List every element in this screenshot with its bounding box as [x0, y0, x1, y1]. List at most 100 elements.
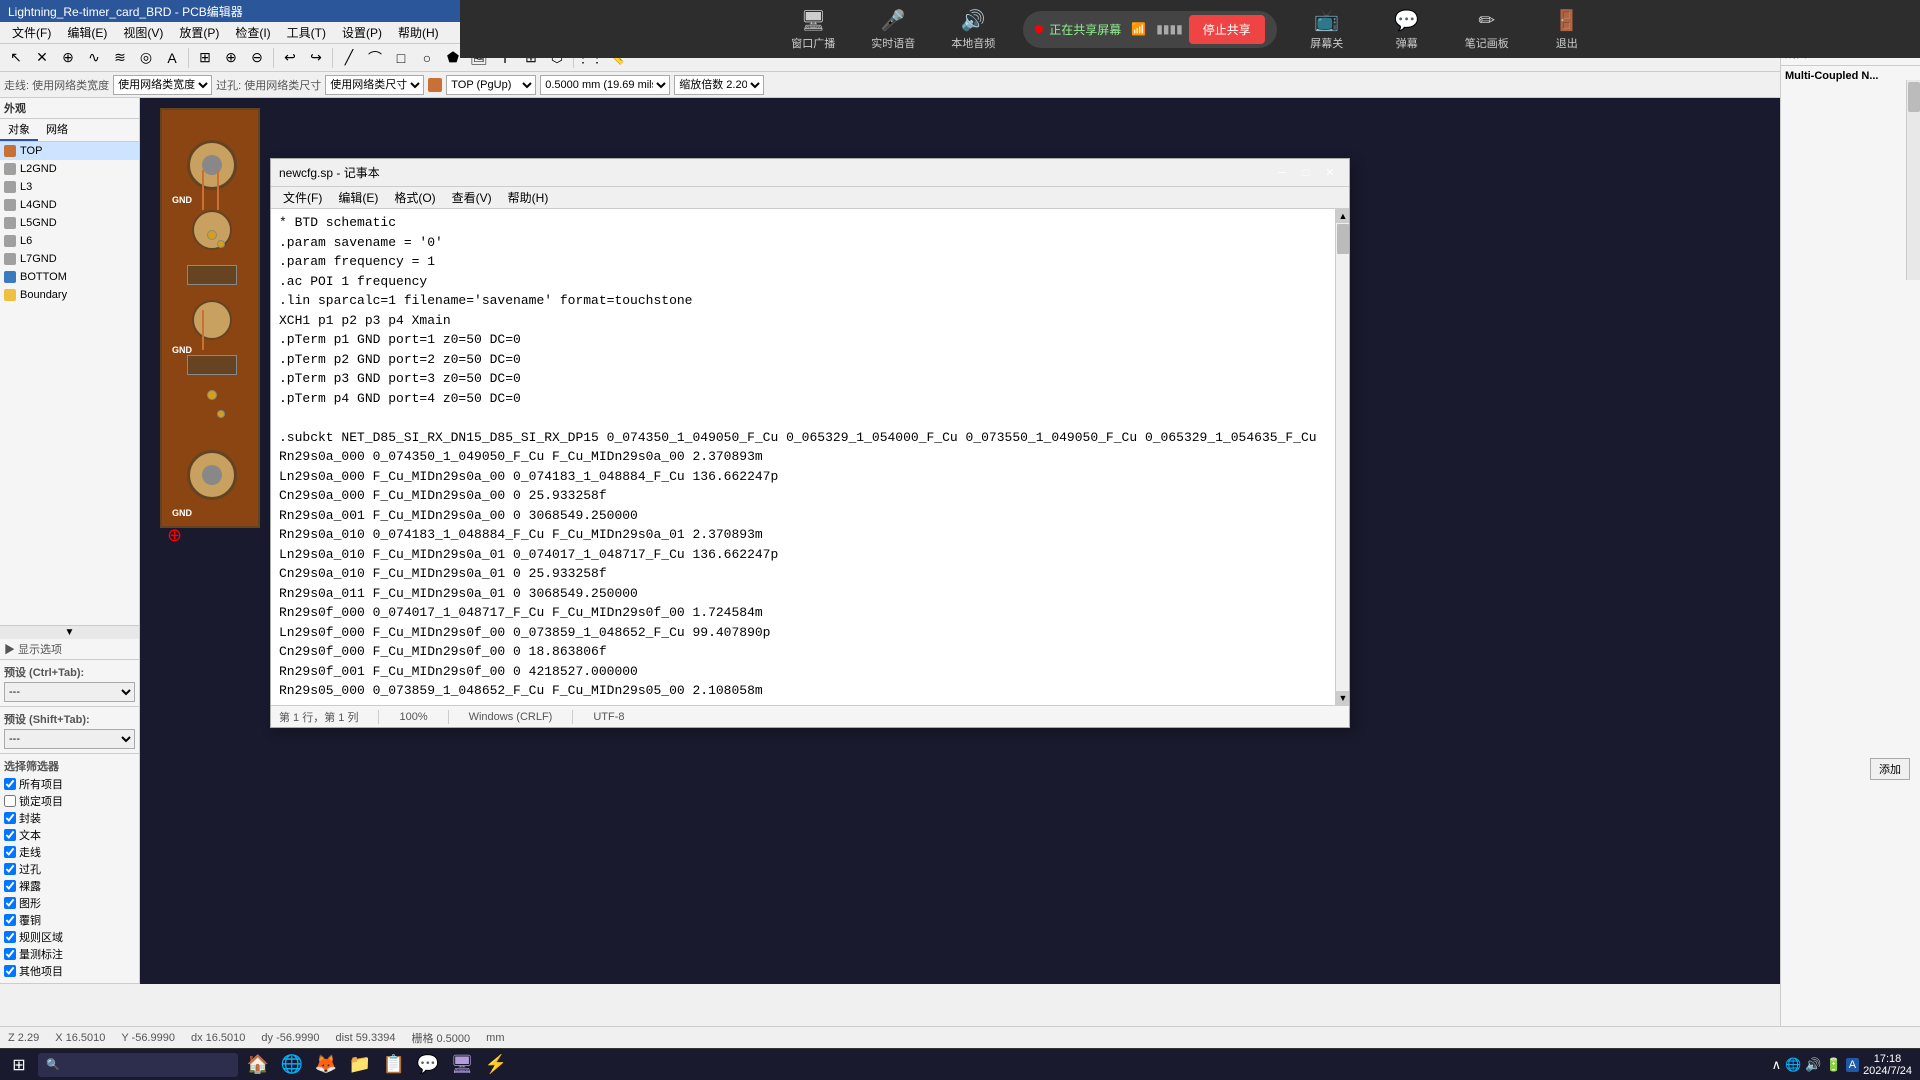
- preset-ctrl-select[interactable]: ---: [4, 682, 135, 702]
- scroll-up-btn[interactable]: ▲: [1336, 209, 1349, 223]
- redo[interactable]: ↪: [304, 46, 328, 70]
- cb-text-input[interactable]: [4, 829, 16, 841]
- layer-item-l3[interactable]: L3: [0, 178, 139, 196]
- zoom-in[interactable]: ⊕: [219, 46, 243, 70]
- menu-tools[interactable]: 工具(T): [279, 22, 334, 43]
- layer-item-top[interactable]: TOP: [0, 142, 139, 160]
- notebook-btn[interactable]: ✏ 笔记画板: [1457, 8, 1517, 51]
- cb-dimension-input[interactable]: [4, 948, 16, 960]
- tab-nets[interactable]: 网络: [38, 119, 76, 141]
- display-toggle-label[interactable]: ▶ 显示选项: [4, 644, 62, 656]
- np-menu-format[interactable]: 格式(O): [386, 187, 443, 208]
- cb-rule-area-input[interactable]: [4, 931, 16, 943]
- add-line[interactable]: ╱: [337, 46, 361, 70]
- np-menu-edit[interactable]: 编辑(E): [330, 187, 386, 208]
- menu-settings[interactable]: 设置(P): [334, 22, 390, 43]
- taskbar-app-3[interactable]: 🦊: [310, 1051, 342, 1079]
- menu-help[interactable]: 帮助(H): [390, 22, 447, 43]
- layer-item-bottom[interactable]: BOTTOM: [0, 268, 139, 286]
- undo[interactable]: ↩: [278, 46, 302, 70]
- menu-view[interactable]: 视图(V): [115, 22, 171, 43]
- notepad-content-area: * BTD schematic .param savename = '0' .p…: [271, 209, 1349, 705]
- right-scrollbar[interactable]: [1906, 80, 1920, 280]
- cb-all-items-input[interactable]: [4, 778, 16, 790]
- layer-item-l7gnd[interactable]: L7GND: [0, 250, 139, 268]
- live-voice-btn[interactable]: 🎤 实时语音: [863, 8, 923, 51]
- danmaku-btn[interactable]: 💬 弹幕: [1377, 8, 1437, 51]
- route-track[interactable]: ∿: [82, 46, 106, 70]
- notepad-text[interactable]: * BTD schematic .param savename = '0' .p…: [271, 209, 1335, 705]
- layer-scroll-down[interactable]: ▼: [0, 625, 139, 639]
- layer-item-l6[interactable]: L6: [0, 232, 139, 250]
- taskbar-app-4[interactable]: 📁: [344, 1051, 376, 1079]
- add-rect[interactable]: □: [389, 46, 413, 70]
- pcb-pad-3: [192, 300, 232, 340]
- taskbar-app-6[interactable]: 💬: [412, 1051, 444, 1079]
- taskbar-app-7[interactable]: 🖥: [446, 1051, 478, 1079]
- menu-file[interactable]: 文件(F): [4, 22, 59, 43]
- cb-other-input[interactable]: [4, 965, 16, 977]
- add-circle[interactable]: ○: [415, 46, 439, 70]
- crosshair-marker: ⊕: [167, 525, 182, 546]
- taskbar-search[interactable]: 🔍: [38, 1053, 238, 1077]
- taskbar-app-2[interactable]: 🌐: [276, 1051, 308, 1079]
- menu-place[interactable]: 放置(P): [171, 22, 227, 43]
- exit-btn[interactable]: 🚪 退出: [1537, 8, 1597, 51]
- cancel-tool[interactable]: ✕: [30, 46, 54, 70]
- add-via[interactable]: ◎: [134, 46, 158, 70]
- notepad-scrollbar[interactable]: ▲ ▼: [1335, 209, 1349, 705]
- layer-select[interactable]: TOP (PgUp): [446, 75, 536, 95]
- local-audio-btn[interactable]: 🔊 本地音频: [943, 8, 1003, 51]
- cb-trace-input[interactable]: [4, 846, 16, 858]
- zoom-out[interactable]: ⊖: [245, 46, 269, 70]
- cb-copper-input[interactable]: [4, 914, 16, 926]
- taskbar-app-5[interactable]: 📋: [378, 1051, 410, 1079]
- cb-bare-input[interactable]: [4, 880, 16, 892]
- stop-share-button[interactable]: 停止共享: [1189, 15, 1265, 44]
- window-broadcast-icon: 🖥: [801, 8, 826, 33]
- start-button[interactable]: ⊞: [4, 1051, 34, 1079]
- zoom-fit[interactable]: ⊞: [193, 46, 217, 70]
- signal-icon: 📶: [1131, 22, 1146, 36]
- layer-item-boundary[interactable]: Boundary: [0, 286, 139, 304]
- layer-item-l4gnd[interactable]: L4GND: [0, 196, 139, 214]
- menu-inspect[interactable]: 检查(I): [227, 22, 278, 43]
- wire-width-select[interactable]: 使用网络类宽度: [113, 75, 212, 95]
- layer-color-l6: [4, 235, 16, 247]
- gnd-label-2: GND: [172, 345, 192, 355]
- cb-text: 文本: [4, 827, 135, 843]
- layer-item-l2gnd[interactable]: L2GND: [0, 160, 139, 178]
- highlight-net[interactable]: ⊕: [56, 46, 80, 70]
- status-zoom: Z 2.29: [8, 1032, 39, 1044]
- window-broadcast-btn[interactable]: 🖥 窗口广播: [783, 8, 843, 51]
- np-menu-help[interactable]: 帮助(H): [500, 187, 557, 208]
- size-select[interactable]: 0.5000 mm (19.69 mils): [540, 75, 670, 95]
- layer-color-bottom: [4, 271, 16, 283]
- scroll-down-btn[interactable]: ▼: [1336, 691, 1349, 705]
- diff-pair[interactable]: ≋: [108, 46, 132, 70]
- notepad-minimize-button[interactable]: ─: [1271, 164, 1293, 182]
- taskbar-app-8[interactable]: ⚡: [480, 1051, 512, 1079]
- preset-shift-select[interactable]: ---: [4, 729, 135, 749]
- notepad-maximize-button[interactable]: □: [1295, 164, 1317, 182]
- select-tool[interactable]: ↖: [4, 46, 28, 70]
- cb-graphics-input[interactable]: [4, 897, 16, 909]
- cb-via-input[interactable]: [4, 863, 16, 875]
- menu-edit[interactable]: 编辑(E): [59, 22, 115, 43]
- cb-text-label: 文本: [19, 827, 41, 843]
- zoom-select[interactable]: 缩放倍数 2.20: [674, 75, 764, 95]
- np-menu-file[interactable]: 文件(F): [275, 187, 330, 208]
- cb-rule-area-label: 规则区域: [19, 929, 63, 945]
- add-button[interactable]: 添加: [1870, 758, 1910, 780]
- taskbar-app-1[interactable]: 🏠: [242, 1051, 274, 1079]
- add-text[interactable]: A: [160, 46, 184, 70]
- cb-locked-input[interactable]: [4, 795, 16, 807]
- add-arc[interactable]: ⌒: [363, 46, 387, 70]
- screen-off-btn[interactable]: 📺 屏幕关: [1297, 8, 1357, 51]
- np-menu-view[interactable]: 查看(V): [444, 187, 500, 208]
- notepad-close-button[interactable]: ✕: [1319, 164, 1341, 182]
- layer-item-l5gnd[interactable]: L5GND: [0, 214, 139, 232]
- cb-footprint-input[interactable]: [4, 812, 16, 824]
- tab-objects[interactable]: 对象: [0, 119, 38, 141]
- via-size-select[interactable]: 使用网络类尺寸: [325, 75, 424, 95]
